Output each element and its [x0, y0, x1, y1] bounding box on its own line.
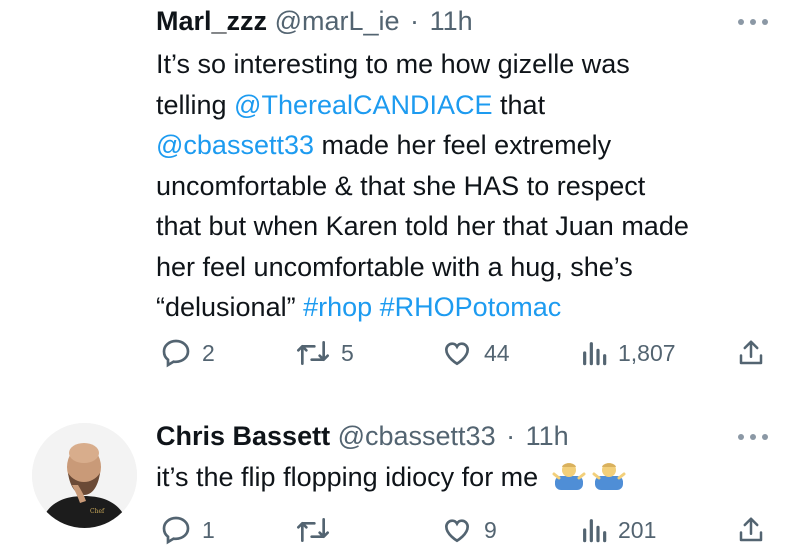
tweet[interactable]: Marl_zzz @marL_ie · 11h It’s so interest…	[0, 0, 800, 392]
views-icon	[583, 519, 607, 543]
views-count: 1,807	[618, 339, 676, 366]
retweet-button[interactable]	[295, 512, 331, 548]
tweet-link[interactable]: @TherealCANDIACE	[234, 90, 492, 120]
tweet-time[interactable]: 11h	[430, 6, 473, 36]
author-name[interactable]: Chris Bassett	[156, 421, 330, 451]
author-name[interactable]: Marl_zzz	[156, 6, 267, 36]
reply-icon	[162, 339, 190, 368]
tweet-time[interactable]: 11h	[526, 421, 569, 451]
author-handle[interactable]: @cbassett33	[338, 421, 496, 451]
tweet-text: It’s so interesting to me how gizelle wa…	[156, 44, 776, 328]
views-count: 201	[618, 516, 657, 543]
reply-button[interactable]: 1	[160, 512, 215, 548]
reply-icon	[162, 516, 190, 545]
tweet-actions: 1 9 201	[0, 512, 800, 552]
reply-count: 2	[202, 339, 215, 366]
author-handle[interactable]: @marL_ie	[275, 6, 400, 36]
retweet-count: 5	[341, 339, 354, 366]
share-button[interactable]	[736, 335, 766, 371]
tweet-text: it’s the flip flopping idiocy for me	[156, 457, 776, 497]
retweet-icon	[297, 518, 329, 542]
separator-dot: ·	[506, 421, 516, 451]
person-shrugging-emoji	[592, 458, 626, 492]
views-button[interactable]: 1,807	[580, 335, 676, 371]
reply-count: 1	[202, 516, 215, 543]
tweet-header: Marl_zzz @marL_ie · 11h	[156, 6, 473, 37]
share-icon	[739, 517, 763, 542]
retweet-icon	[297, 341, 329, 365]
share-icon	[739, 340, 763, 365]
reply-button[interactable]: 2	[160, 335, 215, 371]
like-count: 9	[484, 516, 497, 543]
like-button[interactable]: 9	[440, 512, 497, 548]
tweet-link[interactable]: #RHOPotomac	[380, 292, 562, 322]
views-button[interactable]: 201	[580, 512, 656, 548]
person-shrugging-emoji	[552, 458, 586, 492]
tweet-text-segment	[372, 292, 380, 322]
like-icon	[444, 519, 470, 543]
tweet-link[interactable]: #rhop	[303, 292, 372, 322]
separator-dot: ·	[410, 6, 420, 36]
more-icon[interactable]	[738, 432, 768, 442]
more-icon[interactable]	[738, 17, 768, 27]
tweet-header: Chris Bassett @cbassett33 · 11h	[156, 421, 569, 452]
like-count: 44	[484, 339, 510, 366]
tweet-actions: 2 5 44 1,807	[0, 335, 800, 375]
share-button[interactable]	[736, 512, 766, 548]
views-icon	[583, 342, 607, 366]
tweet-text-content: it’s the flip flopping idiocy for me	[156, 462, 539, 492]
tweet-text-segment: that	[500, 89, 546, 120]
like-button[interactable]: 44	[440, 335, 510, 371]
retweet-button[interactable]: 5	[295, 335, 354, 371]
tweet-link[interactable]: @cbassett33	[156, 130, 314, 160]
like-icon	[444, 342, 470, 366]
